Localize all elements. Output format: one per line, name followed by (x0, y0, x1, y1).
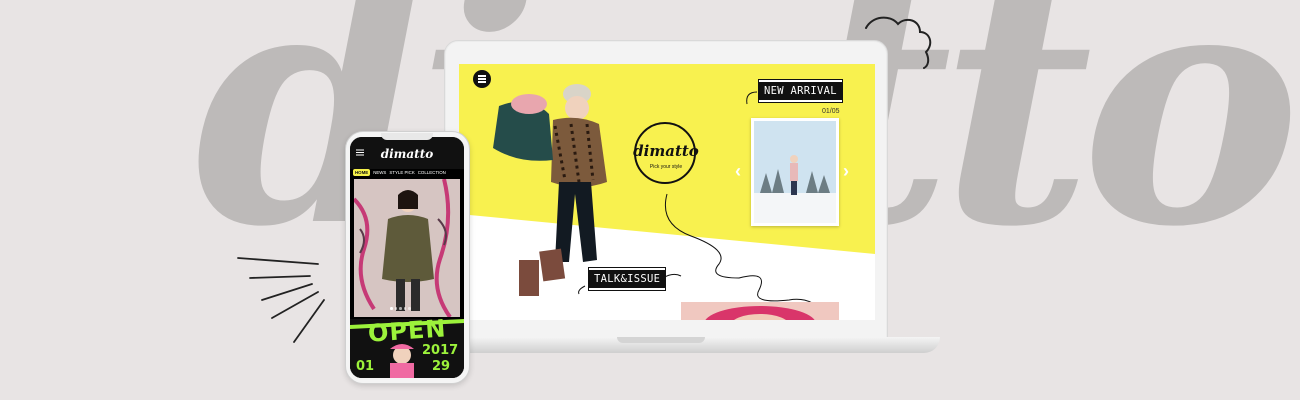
desktop-site-screen: NEW ARRIVAL 01/05 dimatto Pick your styl… (459, 64, 875, 320)
graffiti-photo (354, 179, 460, 317)
talk-issue-label[interactable]: TALK&ISSUE (587, 267, 667, 291)
new-arrival-label[interactable]: NEW ARRIVAL (758, 79, 843, 103)
thumbnail-image (681, 302, 839, 320)
new-arrival-photo-card[interactable] (751, 118, 839, 226)
talk-issue-thumbnail[interactable] (681, 302, 839, 320)
slide-counter: 01/05 (822, 108, 840, 115)
mobile-header: dimatto (350, 137, 464, 169)
nav-style-pick[interactable]: STYLE PICK (389, 170, 414, 175)
snow-photo (754, 121, 836, 223)
banner-year: 2017 (422, 343, 459, 358)
nav-collection[interactable]: COLLECTION (418, 170, 446, 175)
nav-home[interactable]: HOME (353, 168, 371, 176)
desktop-logo[interactable]: dimatto (633, 142, 699, 160)
mobile-nav: HOME NEWS STYLE PICK COLLECTION (353, 167, 461, 177)
logo-tagline: Pick your style (649, 164, 683, 170)
mobile-logo[interactable]: dimatto (350, 147, 464, 161)
carousel-dots[interactable] (390, 307, 411, 310)
chevron-right-icon[interactable]: › (843, 161, 849, 182)
nav-news[interactable]: NEWS (373, 170, 386, 175)
hamburger-icon (478, 78, 486, 80)
laptop-notch (617, 337, 705, 343)
phone-notch (381, 133, 433, 140)
banner-date-right: 29 (432, 359, 451, 374)
chevron-left-icon[interactable]: ‹ (735, 161, 741, 182)
menu-button[interactable] (473, 70, 491, 88)
mobile-hero-photo[interactable] (354, 179, 460, 317)
mobile-site-screen: dimatto HOME NEWS STYLE PICK COLLECTION … (350, 137, 464, 378)
banner-date-left: 01 (356, 359, 375, 374)
